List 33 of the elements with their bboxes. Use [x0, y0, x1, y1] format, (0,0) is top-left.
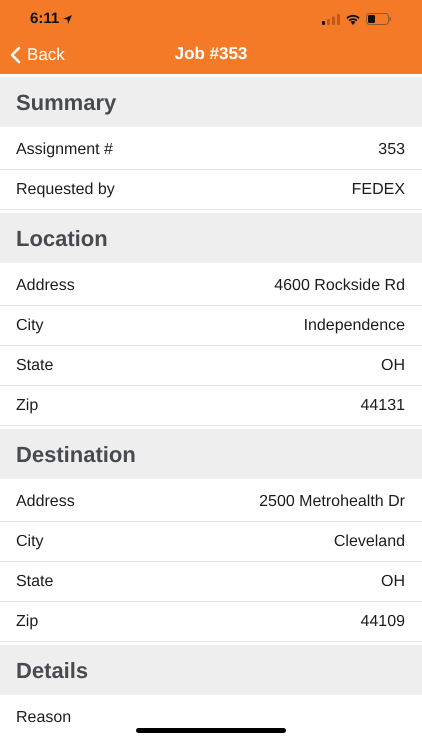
field-label: Reason [16, 708, 72, 728]
location-arrow-icon [62, 14, 74, 24]
section-title: Destination [16, 440, 136, 468]
field-value: 44109 [360, 612, 405, 632]
field-label: Assignment # [16, 140, 113, 160]
field-value: Cleveland [334, 532, 405, 552]
field-label: City [16, 532, 44, 552]
field-value: FEDEX [352, 180, 405, 200]
field-label: Zip [16, 612, 38, 632]
section-title: Summary [16, 88, 116, 117]
signal-icon [322, 14, 340, 24]
field-label: State [16, 356, 54, 376]
field-label: State [16, 572, 54, 592]
field-value: 4600 Rockside Rd [274, 276, 405, 296]
field-label: City [16, 316, 44, 336]
field-value: OH [381, 356, 405, 376]
back-button[interactable]: Back [10, 42, 65, 68]
chevron-left-icon [10, 46, 21, 64]
wifi-icon [345, 13, 361, 25]
section-title: Details [16, 656, 88, 684]
field-value: 44131 [360, 396, 405, 416]
section-title: Location [16, 224, 108, 252]
screen-title: Job #353 [174, 43, 248, 66]
field-label: Address [16, 276, 75, 296]
field-value: Independence [304, 316, 405, 336]
status-time: 6:11 [30, 8, 60, 29]
field-label: Address [16, 492, 75, 512]
field-value: 2500 Metrohealth Dr [259, 492, 405, 512]
field-label: Requested by [16, 180, 115, 200]
field-label: Zip [16, 396, 38, 416]
field-value: OH [381, 572, 405, 592]
battery-icon [366, 13, 392, 25]
field-value: 353 [378, 140, 405, 160]
